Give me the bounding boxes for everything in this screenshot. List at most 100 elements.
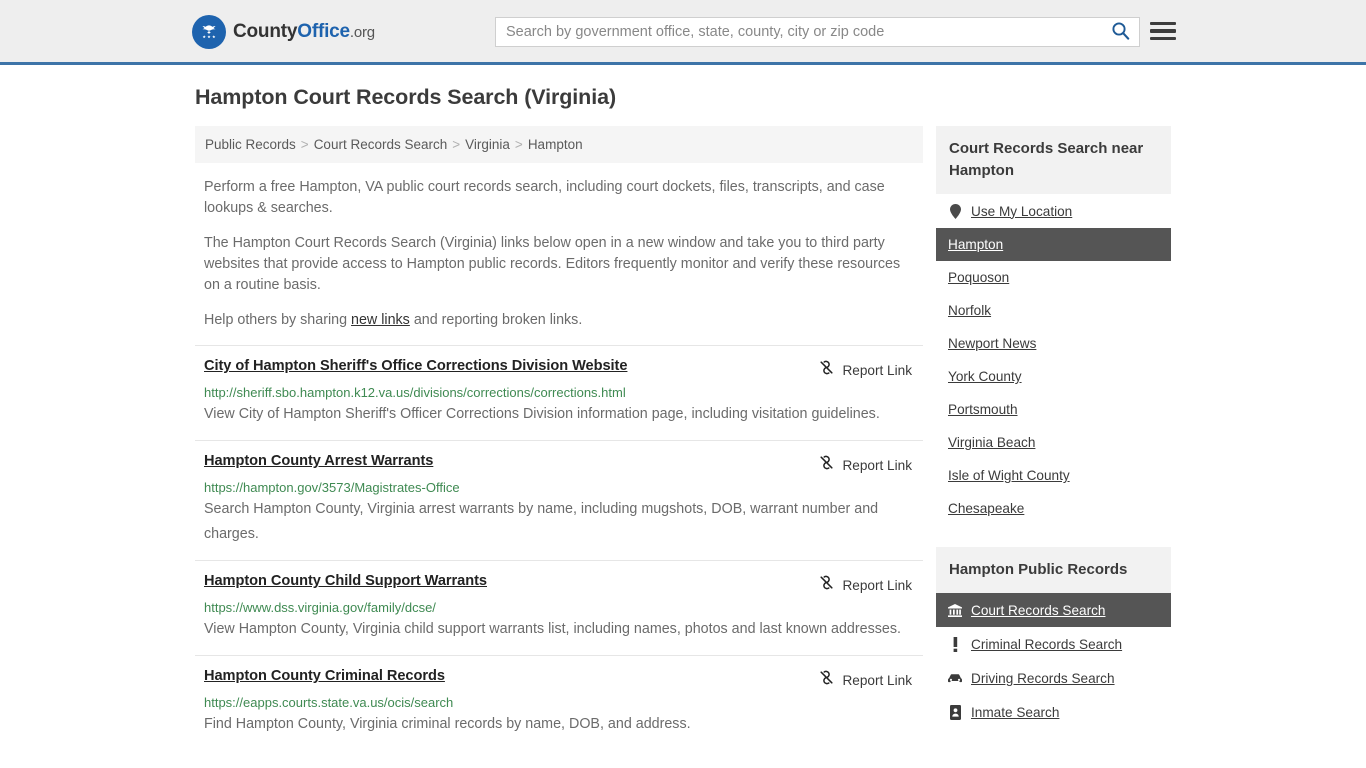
intro-paragraph-1: Perform a free Hampton, VA public court … bbox=[204, 179, 885, 216]
intro-share-prefix: Help others by sharing bbox=[204, 312, 352, 328]
sidebar-item-label: Poquoson bbox=[948, 270, 1010, 285]
page-title: Hampton Court Records Search (Virginia) bbox=[195, 85, 616, 109]
breadcrumb-item-virginia[interactable]: Virginia bbox=[465, 137, 510, 152]
report-link-button[interactable]: Report Link bbox=[818, 359, 912, 381]
sidebar-nearby-list: Use My Location Hampton Poquoson Norfolk bbox=[936, 194, 1171, 525]
report-link-button[interactable]: Report Link bbox=[818, 574, 912, 596]
breadcrumb-item-court-records-search[interactable]: Court Records Search bbox=[314, 137, 448, 152]
logo-text-county: County bbox=[233, 21, 298, 42]
result-description: View City of Hampton Sheriff's Officer C… bbox=[204, 406, 880, 422]
map-pin-icon bbox=[948, 203, 962, 219]
sidebar-item-york-county[interactable]: York County bbox=[936, 360, 1171, 393]
sidebar-public-records-list: Court Records Search Criminal Records Se… bbox=[936, 593, 1171, 729]
sidebar-item-label: Isle of Wight County bbox=[948, 468, 1070, 483]
sidebar-item-label: Use My Location bbox=[971, 203, 1073, 219]
sidebar-item-newport-news[interactable]: Newport News bbox=[936, 327, 1171, 360]
report-link-label: Report Link bbox=[842, 577, 912, 593]
sidebar-item-label: Criminal Records Search bbox=[971, 636, 1123, 652]
result-description: View Hampton County, Virginia child supp… bbox=[204, 621, 901, 637]
broken-link-icon bbox=[818, 359, 835, 381]
sidebar-item-label: Hampton bbox=[948, 237, 1004, 252]
logo-text-office: Office bbox=[297, 21, 350, 42]
sidebar-nearby-box: Court Records Search near Hampton Use My… bbox=[936, 126, 1171, 525]
broken-link-icon bbox=[818, 574, 835, 596]
intro-paragraph-3: Help others by sharing new links and rep… bbox=[195, 310, 923, 331]
sidebar-item-virginia-beach[interactable]: Virginia Beach bbox=[936, 426, 1171, 459]
results-list: City of Hampton Sheriff's Office Correct… bbox=[195, 345, 923, 750]
hamburger-menu-icon[interactable] bbox=[1150, 20, 1176, 42]
result-item: Hampton County Arrest Warrants Report Li… bbox=[195, 440, 923, 560]
sidebar: Court Records Search near Hampton Use My… bbox=[936, 126, 1171, 735]
page-body: Hampton Court Records Search (Virginia) … bbox=[0, 65, 1366, 750]
sidebar-item-label: Chesapeake bbox=[948, 501, 1025, 516]
report-link-label: Report Link bbox=[842, 362, 912, 378]
report-link-label: Report Link bbox=[842, 457, 912, 473]
sidebar-item-criminal-records-search[interactable]: Criminal Records Search bbox=[936, 627, 1171, 661]
site-logo[interactable]: CountyOffice.org bbox=[192, 15, 375, 49]
breadcrumb-item-public-records[interactable]: Public Records bbox=[205, 137, 296, 152]
logo-text: CountyOffice.org bbox=[233, 21, 375, 43]
sidebar-item-label: Court Records Search bbox=[971, 602, 1106, 618]
result-url[interactable]: http://sheriff.sbo.hampton.k12.va.us/div… bbox=[204, 385, 914, 400]
result-item: City of Hampton Sheriff's Office Correct… bbox=[195, 345, 923, 440]
result-url[interactable]: https://www.dss.virginia.gov/family/dcse… bbox=[204, 600, 914, 615]
sidebar-item-poquoson[interactable]: Poquoson bbox=[936, 261, 1171, 294]
sidebar-item-label: Newport News bbox=[948, 336, 1037, 351]
intro-share-suffix: and reporting broken links. bbox=[409, 312, 583, 328]
sidebar-public-records-box: Hampton Public Records Court Records Sea… bbox=[936, 547, 1171, 729]
courthouse-icon bbox=[948, 602, 962, 618]
sidebar-item-portsmouth[interactable]: Portsmouth bbox=[936, 393, 1171, 426]
intro-text: Perform a free Hampton, VA public court … bbox=[195, 177, 923, 331]
car-icon bbox=[948, 670, 962, 686]
intro-paragraph-2: The Hampton Court Records Search (Virgin… bbox=[204, 235, 901, 293]
result-item: Hampton County Criminal Records Report L… bbox=[195, 655, 923, 750]
search-icon bbox=[1111, 21, 1130, 43]
result-title-link[interactable]: Hampton County Criminal Records bbox=[204, 668, 445, 684]
breadcrumb-separator: > bbox=[300, 137, 309, 152]
broken-link-icon bbox=[818, 454, 835, 476]
result-title-link[interactable]: Hampton County Arrest Warrants bbox=[204, 453, 433, 469]
sidebar-item-inmate-search[interactable]: Inmate Search bbox=[936, 695, 1171, 729]
result-item: Hampton County Child Support Warrants Re… bbox=[195, 560, 923, 655]
sidebar-nearby-heading: Court Records Search near Hampton bbox=[936, 126, 1171, 194]
result-url[interactable]: https://eapps.courts.state.va.us/ocis/se… bbox=[204, 695, 914, 710]
main-content: Public Records > Court Records Search > Virg… bbox=[195, 126, 923, 750]
report-link-button[interactable]: Report Link bbox=[818, 454, 912, 476]
breadcrumb: Public Records > Court Records Search > Virg… bbox=[195, 126, 923, 163]
search-input[interactable] bbox=[496, 18, 1101, 46]
result-description: Search Hampton County, Virginia arrest w… bbox=[204, 501, 879, 542]
hamburger-bar bbox=[1150, 36, 1176, 40]
sidebar-item-driving-records-search[interactable]: Driving Records Search bbox=[936, 661, 1171, 695]
sidebar-item-isle-of-wight-county[interactable]: Isle of Wight County bbox=[936, 459, 1171, 492]
sidebar-item-use-my-location[interactable]: Use My Location bbox=[936, 194, 1171, 228]
exclamation-icon bbox=[948, 636, 962, 652]
search-button[interactable] bbox=[1101, 18, 1139, 46]
eagle-seal-icon bbox=[192, 15, 226, 49]
sidebar-item-label: Driving Records Search bbox=[971, 670, 1115, 686]
sidebar-item-label: Virginia Beach bbox=[948, 435, 1036, 450]
sidebar-item-court-records-search[interactable]: Court Records Search bbox=[936, 593, 1171, 627]
result-url[interactable]: https://hampton.gov/3573/Magistrates-Off… bbox=[204, 480, 914, 495]
breadcrumb-separator: > bbox=[452, 137, 461, 152]
result-title-link[interactable]: City of Hampton Sheriff's Office Correct… bbox=[204, 358, 627, 374]
report-link-label: Report Link bbox=[842, 672, 912, 688]
report-link-button[interactable]: Report Link bbox=[818, 669, 912, 691]
sidebar-public-records-heading: Hampton Public Records bbox=[936, 547, 1171, 593]
sidebar-item-label: Norfolk bbox=[948, 303, 992, 318]
search-bar[interactable] bbox=[495, 17, 1140, 47]
breadcrumb-separator: > bbox=[514, 137, 523, 152]
sidebar-item-chesapeake[interactable]: Chesapeake bbox=[936, 492, 1171, 525]
sidebar-item-label: Portsmouth bbox=[948, 402, 1018, 417]
result-title-link[interactable]: Hampton County Child Support Warrants bbox=[204, 573, 487, 589]
logo-text-org: .org bbox=[349, 24, 375, 41]
breadcrumb-item-hampton[interactable]: Hampton bbox=[528, 137, 583, 152]
hamburger-bar bbox=[1150, 29, 1176, 33]
sidebar-item-hampton[interactable]: Hampton bbox=[936, 228, 1171, 261]
sidebar-item-norfolk[interactable]: Norfolk bbox=[936, 294, 1171, 327]
hamburger-bar bbox=[1150, 22, 1176, 26]
new-links-link[interactable]: new links bbox=[351, 312, 410, 328]
site-header: CountyOffice.org bbox=[0, 0, 1366, 65]
sidebar-item-label: Inmate Search bbox=[971, 704, 1060, 720]
sidebar-item-label: York County bbox=[948, 369, 1022, 384]
